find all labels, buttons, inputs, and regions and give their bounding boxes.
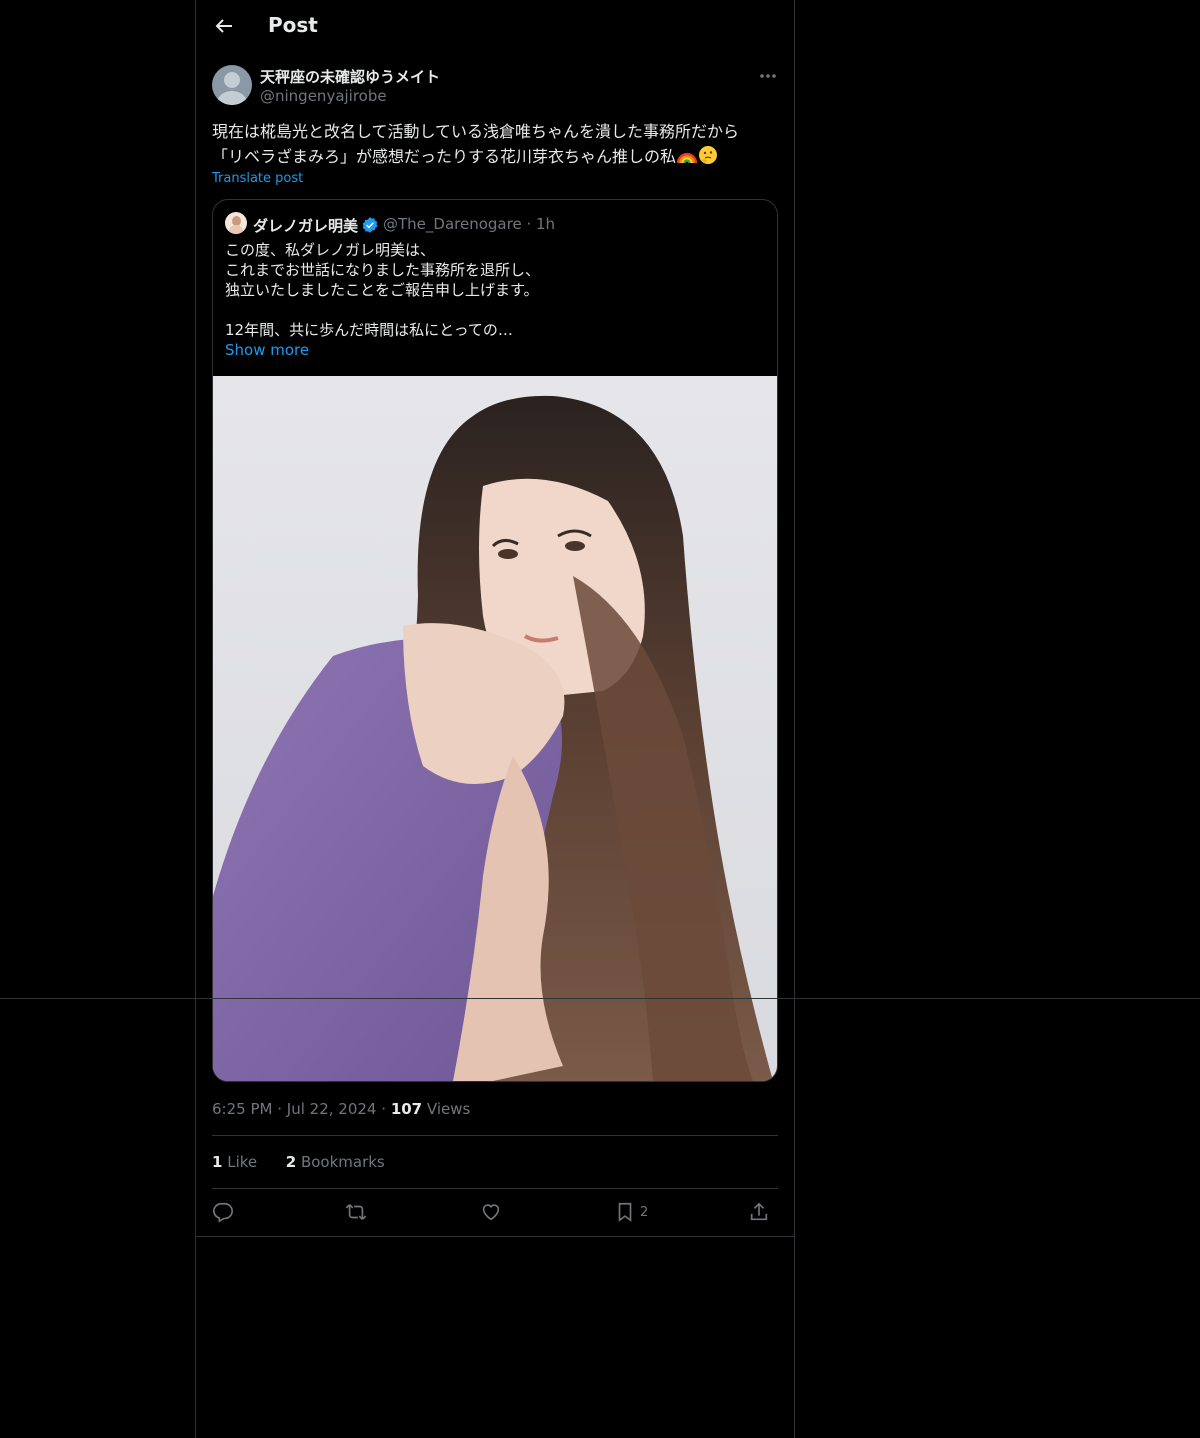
bookmark-count: 2: [640, 1204, 649, 1220]
quoted-post[interactable]: ダレノガレ明美 @The_Darenogare · 1h この度、私ダレノガレ明…: [212, 199, 778, 1082]
likes-count: 1: [212, 1153, 223, 1171]
quoted-text: この度、私ダレノガレ明美は、 これまでお世話になりました事務所を退所し、 独立い…: [225, 241, 541, 339]
header: Post: [196, 0, 794, 53]
meta-dot: ·: [277, 1100, 283, 1118]
quoted-handle-time: @The_Darenogare · 1h: [383, 215, 556, 233]
repost-button[interactable]: [345, 1200, 367, 1224]
post-date[interactable]: Jul 22, 2024: [287, 1100, 377, 1118]
reply-button[interactable]: [212, 1200, 234, 1224]
like-button[interactable]: [480, 1200, 502, 1224]
views-count: 107: [390, 1100, 423, 1118]
post-time[interactable]: 6:25 PM: [212, 1100, 272, 1118]
quoted-display-name[interactable]: ダレノガレ明美: [253, 215, 358, 236]
bookmark-icon: [618, 1202, 632, 1222]
verified-badge-icon: [362, 217, 378, 233]
post-text-line-1: 現在は椛島光と改名して活動している浅倉唯ちゃんを潰した事務所だから: [212, 122, 740, 141]
divider: [212, 1135, 778, 1136]
post-text: 現在は椛島光と改名して活動している浅倉唯ちゃんを潰した事務所だから 「リベラざま…: [212, 119, 778, 169]
views-label: Views: [422, 1100, 471, 1118]
divider: [0, 998, 1200, 999]
engagement-stats: 1 Like 2 Bookmarks: [212, 1153, 385, 1171]
likes-stat[interactable]: 1 Like: [212, 1153, 257, 1171]
heart-icon: [482, 1204, 500, 1221]
divider: [212, 1188, 778, 1189]
divider: [196, 1236, 794, 1237]
post-text-line-2: 「リベラざまみろ」が感想だったりする花川芽衣ちゃん推しの私: [212, 147, 677, 166]
page-title: Post: [268, 13, 318, 37]
likes-label: Like: [222, 1153, 258, 1171]
show-more-link[interactable]: Show more: [225, 341, 309, 359]
action-bar: 2: [212, 1200, 778, 1224]
thinking-face-emoji: [699, 146, 718, 164]
rainbow-emoji: [677, 152, 698, 164]
quoted-photo[interactable]: [213, 376, 777, 1081]
bookmarks-count: 2: [285, 1153, 297, 1171]
quoted-avatar[interactable]: [225, 212, 247, 234]
bookmarks-stat[interactable]: 2 Bookmarks: [286, 1153, 385, 1171]
post-meta: 6:25 PM · Jul 22, 2024 · 107 Views: [212, 1100, 470, 1118]
author-handle[interactable]: @ningenyajirobe: [260, 87, 387, 105]
meta-dot: ·: [381, 1100, 387, 1118]
avatar[interactable]: [212, 65, 252, 105]
repost-icon: [345, 1204, 367, 1220]
share-icon: [750, 1202, 768, 1221]
more-options-icon[interactable]: [758, 66, 778, 86]
reply-icon: [213, 1202, 233, 1223]
bookmarks-label: Bookmarks: [296, 1153, 385, 1171]
arrow-left-icon[interactable]: [212, 14, 236, 38]
bookmark-button[interactable]: 2: [614, 1200, 648, 1224]
author-display-name[interactable]: 天秤座の未確認ゆうメイト: [260, 66, 440, 87]
share-button[interactable]: [748, 1200, 770, 1224]
timeline-column: Post 天秤座の未確認ゆうメイト @ningenyajirobe 現在は椛島光…: [195, 0, 795, 1438]
translate-post-link[interactable]: Translate post: [212, 171, 303, 186]
